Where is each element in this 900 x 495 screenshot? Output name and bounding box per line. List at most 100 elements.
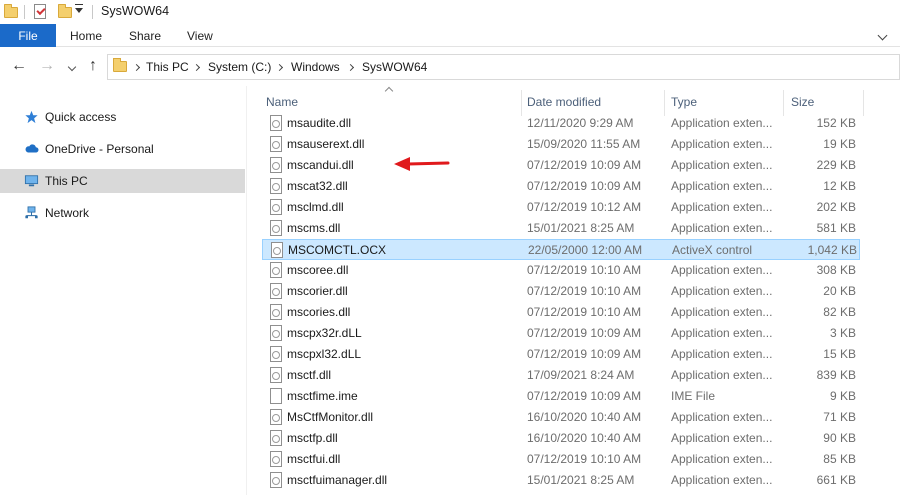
dll-file-icon — [270, 409, 282, 425]
file-type: ActiveX control — [672, 243, 753, 257]
file-type: Application exten... — [671, 137, 773, 151]
file-row[interactable]: msctfp.dll 16/10/2020 10:40 AM Application… — [262, 428, 860, 449]
file-size: 71 KB — [823, 410, 856, 424]
file-date-modified: 22/05/2000 12:00 AM — [528, 243, 643, 257]
file-row[interactable]: msclmd.dll 07/12/2019 10:12 AM Application… — [262, 197, 860, 218]
tab-view[interactable]: View — [187, 24, 213, 47]
file-name: MsCtfMonitor.dll — [287, 410, 374, 424]
file-size: 152 KB — [816, 116, 856, 130]
column-header-type[interactable]: Type — [671, 92, 697, 112]
breadcrumb-chevron-icon[interactable] — [132, 63, 141, 72]
navigation-bar: ← → ↑ This PC System (C:) Windows SysWOW… — [0, 48, 900, 86]
dll-file-icon — [270, 430, 282, 446]
file-size: 9 KB — [829, 389, 856, 403]
file-row[interactable]: mscpx32r.dLL 07/12/2019 10:09 AM Applicati… — [262, 323, 860, 344]
file-type: Application exten... — [671, 305, 773, 319]
file-row[interactable]: mscpxl32.dLL 07/12/2019 10:09 AM Applicati… — [262, 344, 860, 365]
file-size: 581 KB — [816, 221, 856, 235]
forward-arrow-icon[interactable]: → — [37, 56, 57, 76]
file-date-modified: 07/12/2019 10:09 AM — [527, 179, 642, 193]
file-row[interactable]: MSCOMCTL.OCX 22/05/2000 12:00 AM ActiveX c… — [262, 239, 860, 260]
sidebar-item-quick-access[interactable]: Quick access — [0, 105, 245, 129]
dll-file-icon — [270, 157, 282, 173]
file-type: Application exten... — [671, 263, 773, 277]
file-row[interactable]: msctf.dll 17/09/2021 8:24 AM Application e… — [262, 365, 860, 386]
customize-quick-access-icon[interactable] — [75, 4, 83, 13]
column-header-date-modified[interactable]: Date modified — [527, 92, 601, 112]
dll-file-icon — [270, 367, 282, 383]
breadcrumb-chevron-icon[interactable] — [346, 63, 355, 72]
breadcrumb-chevron-icon[interactable] — [275, 63, 284, 72]
file-row[interactable]: MsCtfMonitor.dll 16/10/2020 10:40 AM Appli… — [262, 407, 860, 428]
dll-file-icon — [270, 325, 282, 341]
title-bar: SysWOW64 — [0, 0, 900, 24]
file-row[interactable]: mscms.dll 15/01/2021 8:25 AM Application e… — [262, 218, 860, 239]
up-arrow-icon[interactable]: ↑ — [83, 56, 103, 76]
sidebar-item-label: This PC — [45, 174, 88, 188]
dll-file-icon — [270, 346, 282, 362]
file-date-modified: 07/12/2019 10:12 AM — [527, 200, 642, 214]
file-row[interactable]: mscandui.dll 07/12/2019 10:09 AM Applicati… — [262, 155, 860, 176]
back-arrow-icon[interactable]: ← — [9, 56, 29, 76]
file-row[interactable]: mscat32.dll 07/12/2019 10:09 AM Applicatio… — [262, 176, 860, 197]
file-row[interactable]: msctfui.dll 07/12/2019 10:10 AM Applicatio… — [262, 449, 860, 470]
file-type: Application exten... — [671, 326, 773, 340]
breadcrumb-windows[interactable]: Windows — [291, 60, 340, 74]
file-row[interactable]: msctfuimanager.dll 15/01/2021 8:25 AM Appl… — [262, 470, 860, 491]
file-row[interactable]: mscoree.dll 07/12/2019 10:10 AM Applicatio… — [262, 260, 860, 281]
file-row[interactable]: mscorier.dll 07/12/2019 10:10 AM Applicati… — [262, 281, 860, 302]
sort-ascending-icon — [384, 86, 394, 96]
column-divider[interactable] — [863, 90, 864, 116]
sidebar-item-this-pc[interactable]: This PC — [0, 169, 245, 193]
file-type: Application exten... — [671, 347, 773, 361]
folder-icon — [4, 4, 18, 18]
breadcrumb-chevron-icon[interactable] — [192, 63, 201, 72]
sidebar-item-label: OneDrive - Personal — [45, 142, 154, 156]
file-type: Application exten... — [671, 452, 773, 466]
sidebar-item-onedrive[interactable]: OneDrive - Personal — [0, 137, 245, 161]
file-type: Application exten... — [671, 410, 773, 424]
file-size: 229 KB — [816, 158, 856, 172]
file-name: MSCOMCTL.OCX — [288, 243, 387, 257]
column-header-size[interactable]: Size — [791, 92, 814, 112]
tab-home[interactable]: Home — [70, 24, 102, 47]
column-header-name[interactable]: Name — [266, 92, 298, 112]
tab-file[interactable]: File — [0, 24, 56, 47]
sidebar-item-label: Quick access — [45, 110, 117, 124]
file-size: 202 KB — [816, 200, 856, 214]
breadcrumb-system-c[interactable]: System (C:) — [208, 60, 271, 74]
file-name: mscpxl32.dLL — [287, 347, 362, 361]
dll-file-icon — [270, 136, 282, 152]
file-list: Name Date modified Type Size msaudite.dl… — [247, 86, 900, 495]
folder-icon — [113, 58, 127, 72]
breadcrumb-this-pc[interactable]: This PC — [146, 60, 189, 74]
tab-share[interactable]: Share — [129, 24, 161, 47]
file-name: msctf.dll — [287, 368, 332, 382]
file-size: 839 KB — [816, 368, 856, 382]
file-name: mscandui.dll — [287, 158, 354, 172]
file-name: mscms.dll — [287, 221, 341, 235]
sidebar-item-label: Network — [45, 206, 90, 220]
file-row[interactable]: msaudite.dll 12/11/2020 9:29 AM Applicatio… — [262, 113, 860, 134]
file-date-modified: 17/09/2021 8:24 AM — [527, 368, 635, 382]
file-name: msctfui.dll — [287, 452, 341, 466]
dll-file-icon — [270, 115, 282, 131]
file-size: 1,042 KB — [807, 243, 857, 257]
file-size: 19 KB — [823, 137, 856, 151]
file-row[interactable]: msctfime.ime 07/12/2019 10:09 AM IME File 9… — [262, 386, 860, 407]
sidebar-item-network[interactable]: Network — [0, 201, 245, 225]
file-row[interactable]: msauserext.dll 15/09/2020 11:55 AM Applica… — [262, 134, 860, 155]
address-bar[interactable]: This PC System (C:) Windows SysWOW64 — [107, 54, 900, 80]
file-name: mscat32.dll — [287, 179, 348, 193]
breadcrumb-syswow64[interactable]: SysWOW64 — [362, 60, 427, 74]
file-date-modified: 07/12/2019 10:10 AM — [527, 452, 642, 466]
file-size: 3 KB — [829, 326, 856, 340]
recent-locations-chevron-icon[interactable] — [67, 62, 77, 72]
file-size: 15 KB — [823, 347, 856, 361]
file-size: 308 KB — [816, 263, 856, 277]
expand-ribbon-icon[interactable] — [877, 30, 888, 41]
file-date-modified: 15/01/2021 8:25 AM — [527, 221, 635, 235]
new-folder-icon[interactable] — [58, 4, 72, 18]
file-row[interactable]: mscories.dll 07/12/2019 10:10 AM Applicati… — [262, 302, 860, 323]
properties-icon[interactable] — [34, 4, 46, 19]
